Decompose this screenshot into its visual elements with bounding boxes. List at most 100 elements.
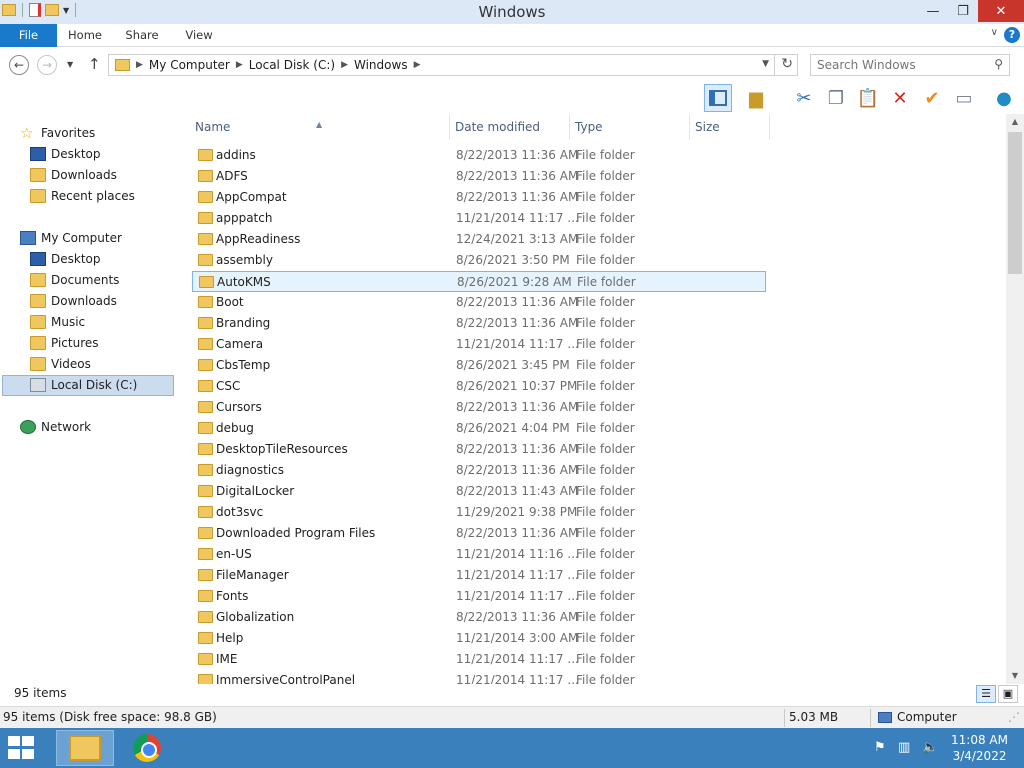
table-row[interactable]: AppReadiness 12/24/2021 3:13 AM File folde… — [192, 229, 766, 250]
back-button[interactable]: ← — [9, 55, 29, 75]
column-header-name[interactable]: Name ▲ — [190, 114, 450, 140]
properties-icon[interactable]: ▭ — [950, 84, 978, 112]
help-icon[interactable]: ? — [1004, 27, 1020, 43]
table-row[interactable]: AutoKMS 8/26/2021 9:28 AM File folder — [192, 271, 766, 292]
scroll-up-icon[interactable]: ▲ — [1006, 114, 1024, 130]
tab-home[interactable]: Home — [57, 24, 113, 47]
resize-grip-icon[interactable]: ⋰ — [1008, 710, 1020, 724]
address-bar[interactable]: ▶ My Computer ▶ Local Disk (C:) ▶ Window… — [108, 54, 798, 76]
vertical-scrollbar[interactable]: ▲ ▼ — [1006, 114, 1024, 684]
details-view-icon[interactable]: ☰ — [976, 685, 996, 703]
cut-icon[interactable]: ✂ — [790, 84, 818, 112]
table-row[interactable]: Cursors 8/22/2013 11:36 AM File folder — [192, 397, 766, 418]
chevron-right-icon[interactable]: ▶ — [236, 60, 243, 70]
nav-pc-downloads[interactable]: Downloads — [30, 291, 117, 311]
nav-fav-downloads[interactable]: Downloads — [30, 165, 117, 185]
column-header-type[interactable]: Type — [570, 114, 690, 140]
table-row[interactable]: Boot 8/22/2013 11:36 AM File folder — [192, 292, 766, 313]
folder-icon — [198, 506, 213, 518]
file-name: apppatch — [216, 211, 273, 225]
table-row[interactable]: Downloaded Program Files 8/22/2013 11:36 … — [192, 523, 766, 544]
table-row[interactable]: CSC 8/26/2021 10:37 PM File folder — [192, 376, 766, 397]
table-row[interactable]: ImmersiveControlPanel 11/21/2014 11:17 ..… — [192, 670, 766, 684]
nav-pc-local-disk[interactable]: Local Disk (C:) — [30, 375, 137, 395]
nav-pc-videos[interactable]: Videos — [30, 354, 91, 374]
rename-check-icon[interactable]: ✔ — [918, 84, 946, 112]
table-row[interactable]: IME 11/21/2014 11:17 ... File folder — [192, 649, 766, 670]
large-icons-view-icon[interactable]: ▣ — [998, 685, 1018, 703]
table-row[interactable]: Help 11/21/2014 3:00 AM File folder — [192, 628, 766, 649]
minimize-button[interactable]: — — [918, 0, 948, 22]
chevron-right-icon[interactable]: ▶ — [136, 60, 143, 70]
volume-muted-icon[interactable]: 🔈 — [922, 740, 938, 755]
address-dropdown-icon[interactable]: ▼ — [762, 59, 769, 69]
scroll-down-icon[interactable]: ▼ — [1006, 668, 1024, 684]
file-date: 11/29/2021 9:38 PM — [456, 505, 578, 519]
scroll-thumb[interactable] — [1008, 132, 1022, 274]
table-row[interactable]: en-US 11/21/2014 11:16 ... File folder — [192, 544, 766, 565]
network-status-icon[interactable]: ▥ — [898, 740, 910, 755]
nav-pc-documents[interactable]: Documents — [30, 270, 119, 290]
table-row[interactable]: diagnostics 8/22/2013 11:36 AM File folder — [192, 460, 766, 481]
expand-ribbon-icon[interactable]: ∨ — [991, 27, 998, 38]
copy-icon[interactable]: ❐ — [822, 84, 850, 112]
preview-pane-icon[interactable] — [704, 84, 732, 112]
breadcrumb-my-computer[interactable]: My Computer — [149, 58, 230, 72]
file-type: File folder — [576, 253, 635, 267]
nav-fav-recent[interactable]: Recent places — [30, 186, 135, 206]
nav-pc-desktop[interactable]: Desktop — [30, 249, 101, 269]
nav-pc-pictures[interactable]: Pictures — [30, 333, 99, 353]
file-name: AppCompat — [216, 190, 287, 204]
close-button[interactable]: ✕ — [978, 0, 1024, 22]
chevron-right-icon[interactable]: ▶ — [414, 60, 421, 70]
nav-favorites[interactable]: ☆ Favorites — [20, 123, 95, 143]
taskbar-file-explorer[interactable] — [56, 730, 114, 766]
table-row[interactable]: apppatch 11/21/2014 11:17 ... File folder — [192, 208, 766, 229]
table-row[interactable]: Camera 11/21/2014 11:17 ... File folder — [192, 334, 766, 355]
tab-file[interactable]: File — [0, 24, 57, 47]
restore-button[interactable]: ❐ — [948, 0, 978, 22]
action-center-flag-icon[interactable]: ⚑ — [874, 740, 886, 755]
chevron-right-icon[interactable]: ▶ — [341, 60, 348, 70]
recent-locations-icon[interactable]: ▼ — [67, 60, 73, 69]
tab-share[interactable]: Share — [113, 24, 171, 47]
up-button[interactable]: ↑ — [88, 55, 101, 73]
table-row[interactable]: dot3svc 11/29/2021 9:38 PM File folder — [192, 502, 766, 523]
search-input[interactable] — [817, 58, 987, 72]
start-button[interactable] — [8, 736, 38, 760]
file-type: File folder — [576, 589, 635, 603]
taskbar-chrome[interactable] — [118, 730, 176, 766]
breadcrumb-local-disk[interactable]: Local Disk (C:) — [249, 58, 335, 72]
folder-icon — [198, 380, 213, 392]
forward-button[interactable]: → — [37, 55, 57, 75]
table-row[interactable]: CbsTemp 8/26/2021 3:45 PM File folder — [192, 355, 766, 376]
table-row[interactable]: Fonts 11/21/2014 11:17 ... File folder — [192, 586, 766, 607]
column-header-size[interactable]: Size — [690, 114, 770, 140]
table-row[interactable]: FileManager 11/21/2014 11:17 ... File fold… — [192, 565, 766, 586]
new-folder-icon[interactable]: ▆ — [742, 84, 770, 112]
nav-network[interactable]: Network — [20, 417, 91, 437]
table-row[interactable]: DigitalLocker 8/22/2013 11:43 AM File fold… — [192, 481, 766, 502]
table-row[interactable]: Branding 8/22/2013 11:36 AM File folder — [192, 313, 766, 334]
tab-view[interactable]: View — [171, 24, 227, 47]
nav-my-computer[interactable]: My Computer — [20, 228, 122, 248]
table-row[interactable]: DesktopTileResources 8/22/2013 11:36 AM Fi… — [192, 439, 766, 460]
network-globe-icon[interactable]: ● — [990, 84, 1018, 112]
table-row[interactable]: assembly 8/26/2021 3:50 PM File folder — [192, 250, 766, 271]
table-row[interactable]: addins 8/22/2013 11:36 AM File folder — [192, 145, 766, 166]
table-row[interactable]: debug 8/26/2021 4:04 PM File folder — [192, 418, 766, 439]
system-clock[interactable]: 11:08 AM 3/4/2022 — [951, 732, 1008, 764]
file-list: Name ▲ Date modified Type Size addins 8/22… — [190, 114, 1006, 684]
nav-pc-music[interactable]: Music — [30, 312, 85, 332]
table-row[interactable]: ADFS 8/22/2013 11:36 AM File folder — [192, 166, 766, 187]
refresh-icon[interactable]: ↻ — [781, 56, 793, 72]
table-row[interactable]: Globalization 8/22/2013 11:36 AM File fold… — [192, 607, 766, 628]
breadcrumb-windows[interactable]: Windows — [354, 58, 408, 72]
delete-icon[interactable]: ✕ — [886, 84, 914, 112]
column-header-date[interactable]: Date modified — [450, 114, 570, 140]
search-box[interactable]: ⚲ — [810, 54, 1010, 76]
nav-fav-desktop[interactable]: Desktop — [30, 144, 101, 164]
table-row[interactable]: AppCompat 8/22/2013 11:36 AM File folder — [192, 187, 766, 208]
search-icon[interactable]: ⚲ — [994, 57, 1003, 71]
paste-icon[interactable]: 📋 — [854, 84, 882, 112]
